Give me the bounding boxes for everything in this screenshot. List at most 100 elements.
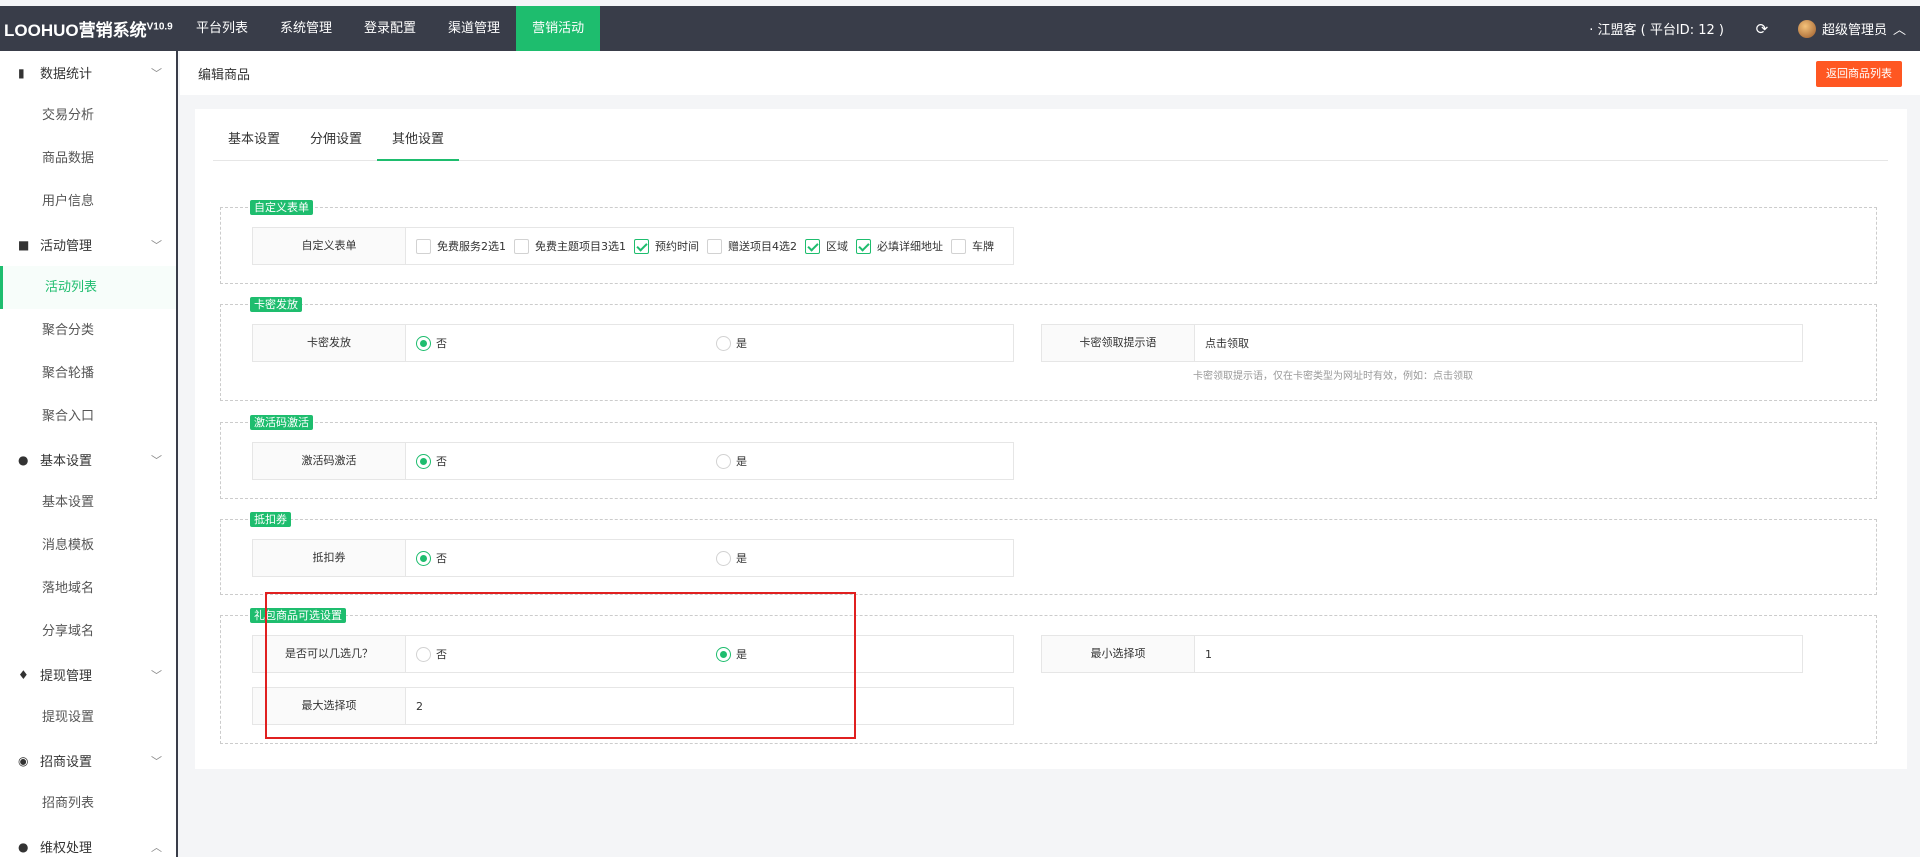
card-prompt-input[interactable]: 点击领取 — [1195, 325, 1802, 361]
sidebar: ▮ 数据统计 ﹀ 交易分析 商品数据 用户信息 ■ 活动管理 ﹀ 活动列表 聚合分类 聚… — [0, 51, 178, 857]
checkbox-license-plate[interactable]: 车牌 — [951, 238, 994, 254]
checkbox-box — [856, 238, 871, 254]
sidebar-item-user-info[interactable]: 用户信息 — [0, 180, 176, 223]
chevron-down-icon: ﹀ — [151, 668, 162, 682]
sidebar-item-aggregate-carousel[interactable]: 聚合轮播 — [0, 352, 176, 395]
coupon-radio-group: 否 是 — [406, 540, 1013, 576]
sidebar-item-merchant-list[interactable]: 招商列表 — [0, 782, 176, 825]
avatar — [1797, 19, 1816, 38]
legend-custom-form: 自定义表单 — [250, 200, 313, 215]
sidebar-item-basic-settings[interactable]: 基本设置 — [0, 481, 176, 524]
sidebar-item-message-template[interactable]: 消息模板 — [0, 524, 176, 567]
custom-form-options: 免费服务2选1 免费主题项目3选1 预约时间 赠送项目4选2 区域 必填详细地址… — [406, 228, 1013, 264]
card-issue-radio-group: 否 是 — [406, 325, 1013, 361]
chevron-up-icon: ︿ — [151, 840, 162, 854]
sidebar-group-merchant[interactable]: ◉ 招商设置 ﹀ — [0, 739, 176, 782]
tab-other-settings[interactable]: 其他设置 — [377, 109, 460, 161]
chevron-down-icon: ﹀ — [151, 453, 162, 467]
top-bar: LOOHUO营销系统V10.9 平台列表 系统管理 登录配置 渠道管理 营销活动… — [0, 6, 1920, 51]
legend-coupon: 抵扣券 — [250, 512, 291, 527]
radio-card-issue-no[interactable]: 否 — [416, 335, 447, 351]
user-menu[interactable]: 超级管理员 ︿ — [1784, 19, 1920, 38]
fieldset-card-issue: 卡密发放 卡密发放 否 是 卡密领取提示语 点击领取 卡密领取提示语，仅在卡密类… — [220, 297, 1877, 401]
checkbox-box — [951, 238, 966, 254]
radio-activation-no[interactable]: 否 — [416, 453, 447, 469]
legend-activation: 激活码激活 — [250, 415, 313, 430]
radio-card-issue-yes[interactable]: 是 — [716, 335, 747, 351]
tab-bar: 基本设置 分佣设置 其他设置 — [213, 109, 1888, 161]
sidebar-item-aggregate-category[interactable]: 聚合分类 — [0, 309, 176, 352]
refresh-icon[interactable]: ⟳ — [1740, 20, 1784, 38]
sidebar-group-activity[interactable]: ■ 活动管理 ﹀ — [0, 223, 176, 266]
sidebar-item-trade-analysis[interactable]: 交易分析 — [0, 94, 176, 137]
checkbox-box — [707, 238, 722, 254]
sidebar-group-rights[interactable]: ● 维权处理 ︿ — [0, 825, 176, 857]
checkbox-free-theme[interactable]: 免费主题项目3选1 — [514, 238, 626, 254]
card-prompt-row: 卡密领取提示语 点击领取 — [1041, 324, 1803, 362]
nav-channel-management[interactable]: 渠道管理 — [432, 6, 516, 51]
money-bag-icon: ♦ — [18, 667, 29, 682]
user-icon: ● — [18, 839, 29, 854]
fieldset-activation: 激活码激活 激活码激活 否 是 — [220, 415, 1877, 499]
checkbox-box — [634, 238, 649, 254]
chevron-down-icon: ﹀ — [151, 754, 162, 768]
min-option-input[interactable]: 1 — [1195, 636, 1802, 672]
back-to-product-list-button[interactable]: 返回商品列表 — [1816, 61, 1902, 87]
sidebar-item-share-domain[interactable]: 分享域名 — [0, 610, 176, 653]
radio-activation-yes[interactable]: 是 — [716, 453, 747, 469]
tab-basic-settings[interactable]: 基本设置 — [213, 109, 295, 161]
gear-icon: ● — [18, 452, 29, 467]
nav-platform-list[interactable]: 平台列表 — [180, 6, 264, 51]
checkbox-box — [514, 238, 529, 254]
sidebar-item-aggregate-entry[interactable]: 聚合入口 — [0, 395, 176, 438]
checkbox-box — [416, 238, 431, 254]
custom-form-row: 自定义表单 免费服务2选1 免费主题项目3选1 预约时间 赠送项目4选2 区域 … — [252, 227, 1014, 265]
compass-icon: ◉ — [18, 753, 29, 768]
checkbox-free-service[interactable]: 免费服务2选1 — [416, 238, 506, 254]
custom-form-label: 自定义表单 — [253, 228, 406, 264]
page-title: 编辑商品 — [198, 67, 251, 83]
fieldset-coupon: 抵扣券 抵扣券 否 是 — [220, 512, 1877, 595]
sidebar-group-basic-settings[interactable]: ● 基本设置 ﹀ — [0, 438, 176, 481]
top-nav: 平台列表 系统管理 登录配置 渠道管理 营销活动 — [180, 6, 601, 51]
fieldset-custom-form: 自定义表单 自定义表单 免费服务2选1 免费主题项目3选1 预约时间 赠送项目4… — [220, 200, 1877, 284]
bar-chart-icon: ▮ — [18, 65, 25, 80]
min-option-row: 最小选择项 1 — [1041, 635, 1803, 673]
sidebar-item-product-data[interactable]: 商品数据 — [0, 137, 176, 180]
card-prompt-hint: 卡密领取提示语，仅在卡密类型为网址时有效，例如：点击领取 — [1193, 371, 1473, 382]
nav-system-management[interactable]: 系统管理 — [264, 6, 348, 51]
checkbox-detail-address[interactable]: 必填详细地址 — [856, 238, 943, 254]
sidebar-group-withdraw[interactable]: ♦ 提现管理 ﹀ — [0, 653, 176, 696]
sidebar-item-landing-domain[interactable]: 落地域名 — [0, 567, 176, 610]
user-name: 超级管理员 — [1821, 23, 1887, 38]
checkbox-gift-items[interactable]: 赠送项目4选2 — [707, 238, 797, 254]
chevron-down-icon: ﹀ — [151, 66, 162, 80]
card-issue-label: 卡密发放 — [253, 325, 406, 361]
activation-radio-group: 否 是 — [406, 443, 1013, 479]
radio-coupon-yes[interactable]: 是 — [716, 550, 747, 566]
checkbox-appointment-time[interactable]: 预约时间 — [634, 238, 699, 254]
lock-icon: ■ — [18, 237, 30, 252]
checkbox-region[interactable]: 区域 — [805, 238, 848, 254]
checkbox-box — [805, 238, 820, 254]
highlight-box — [265, 592, 856, 739]
activation-label: 激活码激活 — [253, 443, 406, 479]
tenant-info: · 江盟客 ( 平台ID: 12 ) — [1589, 23, 1724, 38]
coupon-label: 抵扣券 — [253, 540, 406, 576]
chevron-down-icon: ﹀ — [151, 238, 162, 252]
nav-marketing-activity[interactable]: 营销活动 — [516, 6, 601, 51]
chevron-up-icon: ︿ — [1892, 23, 1906, 38]
radio-coupon-no[interactable]: 否 — [416, 550, 447, 566]
min-option-label: 最小选择项 — [1042, 636, 1195, 672]
card-prompt-label: 卡密领取提示语 — [1042, 325, 1195, 361]
tab-commission-settings[interactable]: 分佣设置 — [295, 109, 377, 161]
activation-row: 激活码激活 否 是 — [252, 442, 1014, 480]
nav-login-config[interactable]: 登录配置 — [348, 6, 432, 51]
sidebar-item-withdraw-settings[interactable]: 提现设置 — [0, 696, 176, 739]
breadcrumb: 编辑商品 — [180, 51, 1920, 95]
app-logo: LOOHUO营销系统V10.9 — [4, 21, 173, 40]
coupon-row: 抵扣券 否 是 — [252, 539, 1014, 577]
sidebar-group-data-stats[interactable]: ▮ 数据统计 ﹀ — [0, 51, 176, 94]
legend-card-issue: 卡密发放 — [250, 297, 302, 312]
sidebar-item-activity-list[interactable]: 活动列表 — [0, 266, 176, 309]
